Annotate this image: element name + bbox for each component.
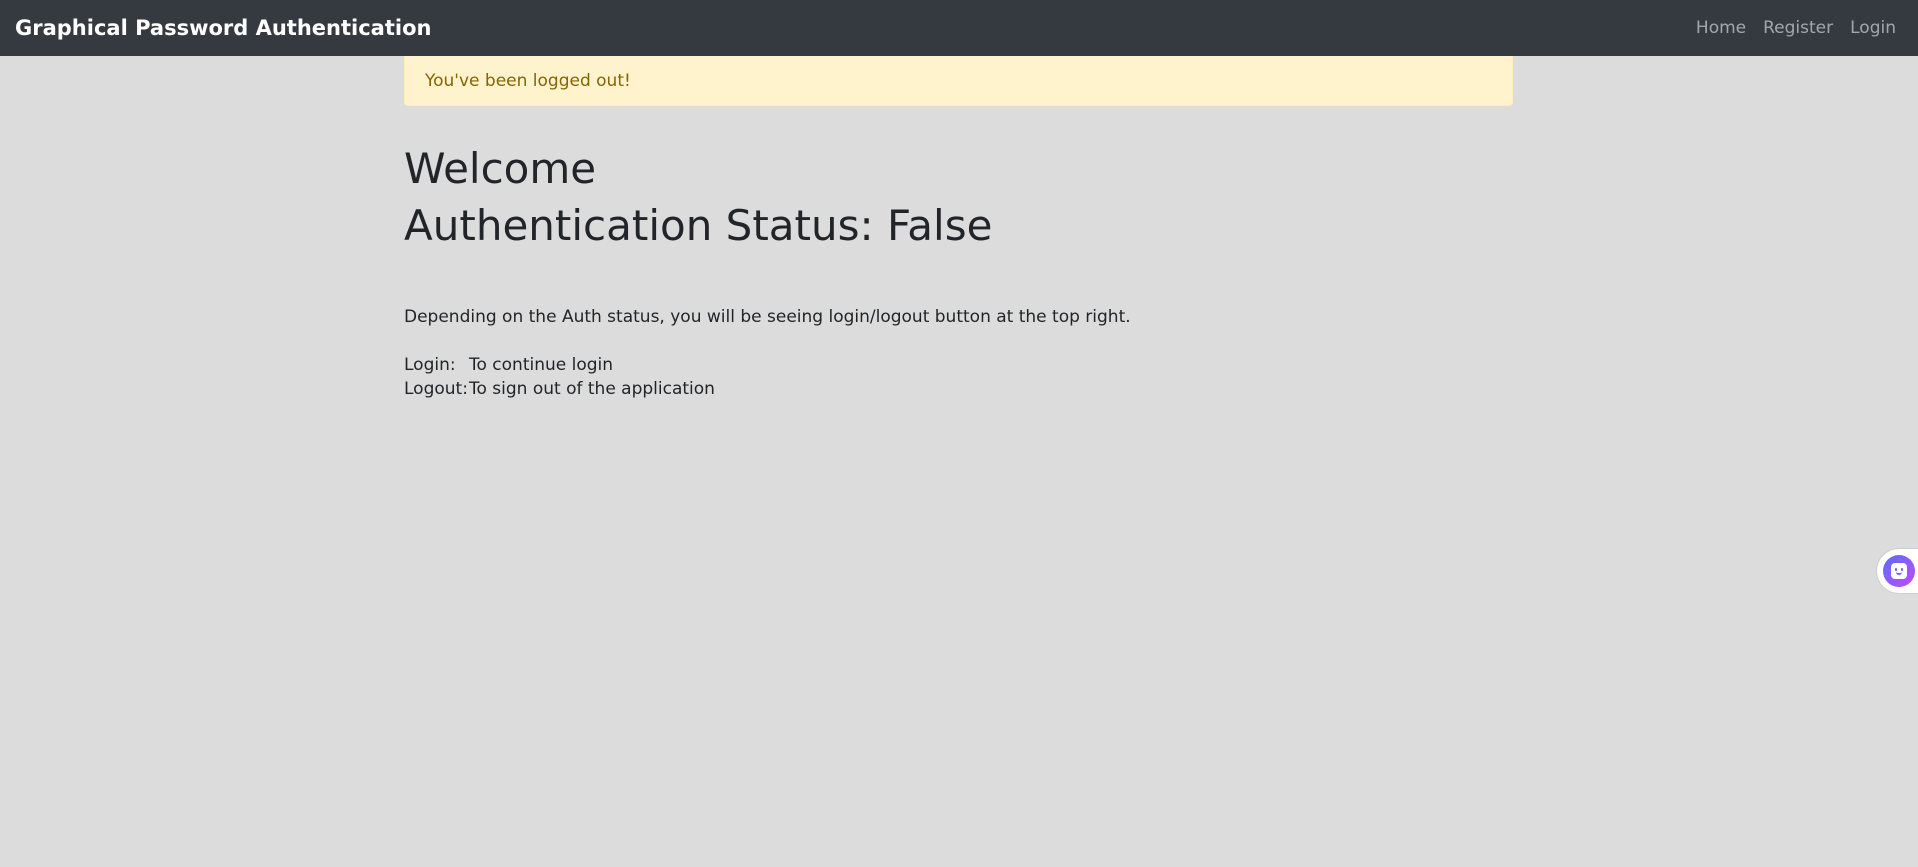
assistant-button[interactable] [1876, 548, 1918, 594]
logout-alert: You've been logged out! [404, 56, 1513, 106]
navbar: Graphical Password Authentication Home R… [0, 0, 1918, 56]
nav-link-register[interactable]: Register [1763, 18, 1833, 38]
definition-term: Login: [404, 355, 456, 375]
nav-link-home[interactable]: Home [1696, 18, 1746, 38]
assistant-face-icon [1883, 555, 1915, 587]
brand-title[interactable]: Graphical Password Authentication [15, 0, 431, 56]
welcome-heading: Welcome [404, 144, 597, 193]
definition-logout: Logout: To sign out of the application [404, 377, 715, 401]
auth-description: Depending on the Auth status, you will b… [404, 307, 1131, 327]
nav-link-login[interactable]: Login [1850, 18, 1896, 38]
definition-login: Login: To continue login [404, 353, 715, 377]
nav-links: Home Register Login [1696, 0, 1896, 56]
definition-list: Login: To continue login Logout: To sign… [404, 353, 715, 401]
main-content: Welcome Authentication Status: False Dep… [404, 140, 1513, 399]
definition-text: To continue login [469, 355, 614, 375]
auth-status-heading: Authentication Status: False [404, 201, 993, 250]
definition-text: To sign out of the application [469, 379, 715, 399]
definition-term: Logout: [404, 379, 468, 399]
